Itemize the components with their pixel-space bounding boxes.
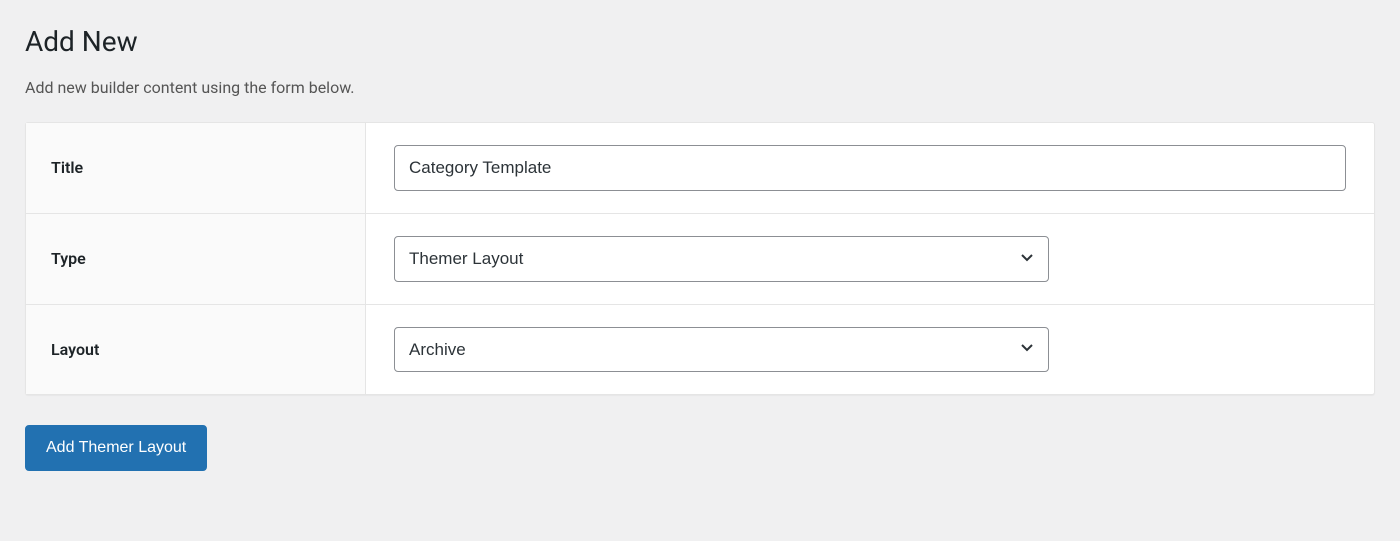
form-row-type: Type Themer Layout xyxy=(26,214,1374,305)
form-label-cell: Type xyxy=(26,214,366,304)
layout-label: Layout xyxy=(51,340,99,359)
form-input-cell: Themer Layout xyxy=(366,214,1374,304)
select-wrapper: Themer Layout xyxy=(394,236,1049,282)
form-input-cell: Archive xyxy=(366,305,1374,395)
add-themer-layout-button[interactable]: Add Themer Layout xyxy=(25,425,207,470)
form-row-layout: Layout Archive xyxy=(26,305,1374,395)
type-label: Type xyxy=(51,249,86,268)
page-description: Add new builder content using the form b… xyxy=(25,78,1375,97)
title-input[interactable] xyxy=(394,145,1346,191)
form-table: Title Type Themer Layout Layout xyxy=(25,122,1375,395)
select-wrapper: Archive xyxy=(394,327,1049,373)
form-label-cell: Title xyxy=(26,123,366,213)
type-select[interactable]: Themer Layout xyxy=(394,236,1049,282)
page-title: Add New xyxy=(25,25,1375,58)
form-row-title: Title xyxy=(26,123,1374,214)
form-label-cell: Layout xyxy=(26,305,366,395)
title-label: Title xyxy=(51,158,83,177)
form-input-cell xyxy=(366,123,1374,213)
layout-select[interactable]: Archive xyxy=(394,327,1049,373)
